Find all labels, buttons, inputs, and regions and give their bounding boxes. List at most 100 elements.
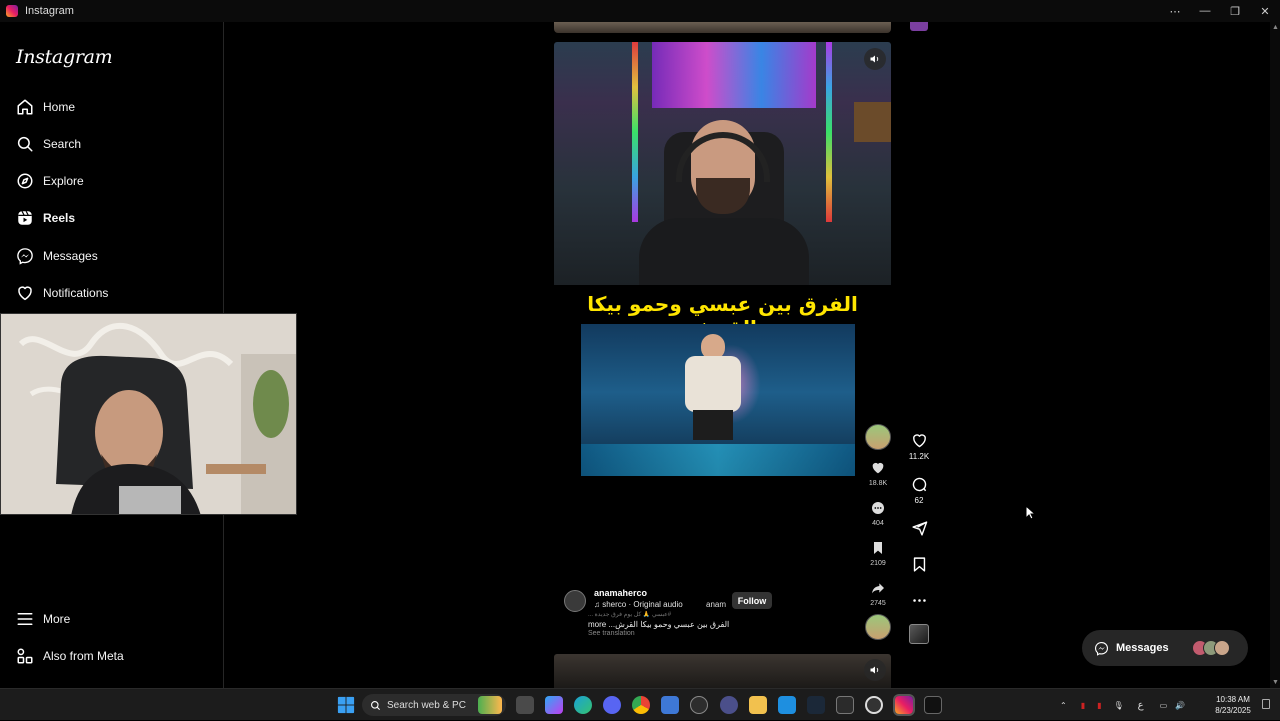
follow-button[interactable]: Follow xyxy=(732,592,772,609)
task-view-icon[interactable] xyxy=(516,696,534,714)
share-button[interactable] xyxy=(907,516,931,540)
store-icon[interactable] xyxy=(661,696,679,714)
audio-label[interactable]: ♫ sherco · Original audio xyxy=(594,600,683,609)
embedded-username: anam xyxy=(706,600,727,609)
reel-caption[interactable]: الفرق بين عبسي وحمو بيكا القرش... more xyxy=(588,620,850,629)
save-button[interactable] xyxy=(907,552,931,576)
previous-reel-edge[interactable] xyxy=(554,22,891,33)
scroll-up-icon[interactable]: ▲ xyxy=(1272,24,1279,31)
tray-indicator-icon: ▮ xyxy=(1097,700,1102,710)
send-icon xyxy=(911,520,927,536)
author-username[interactable]: anamaherco xyxy=(594,588,647,598)
sidebar-item-label: Notifications xyxy=(43,286,109,300)
sidebar-item-label: More xyxy=(43,612,71,626)
messenger-icon xyxy=(1094,641,1109,656)
notifications-icon[interactable] xyxy=(1262,699,1270,709)
chrome-icon[interactable] xyxy=(632,696,650,714)
window-title: Instagram xyxy=(25,5,74,17)
sidebar-item-reels[interactable]: Reels xyxy=(0,200,224,236)
volume-icon[interactable]: 🔊 xyxy=(1175,701,1185,710)
copilot-icon[interactable] xyxy=(545,696,563,714)
embedded-shares-count: 2745 xyxy=(870,600,886,607)
maximize-icon[interactable]: ❐ xyxy=(1220,0,1250,22)
like-button[interactable] xyxy=(907,428,931,452)
audio-label-text: sherco · Original audio xyxy=(602,600,683,609)
embedded-saves-count: 2109 xyxy=(870,560,886,567)
instagram-logo[interactable]: Instagram xyxy=(16,46,113,68)
author-avatar[interactable] xyxy=(564,590,586,612)
next-reel-mute-button[interactable] xyxy=(864,659,886,681)
bookmark-icon xyxy=(913,556,925,572)
sidebar-item-label: Also from Meta xyxy=(43,649,124,663)
previous-reel-thumbnail[interactable] xyxy=(910,22,928,31)
epic-games-icon[interactable] xyxy=(836,696,854,714)
app-icon[interactable] xyxy=(720,696,738,714)
heart-icon xyxy=(18,286,32,301)
mute-toggle-button[interactable] xyxy=(864,48,886,70)
embedded-likes-count: 18.8K xyxy=(868,480,888,487)
tray-overflow-icon[interactable]: ⌃ xyxy=(1060,701,1067,710)
media-app-icon[interactable] xyxy=(778,696,796,714)
see-translation-link[interactable]: See translation xyxy=(588,630,635,637)
comment-icon xyxy=(912,477,926,491)
microphone-icon[interactable]: 🎙 xyxy=(1114,701,1124,710)
steam-icon[interactable] xyxy=(807,696,825,714)
window-controls: ⋯ — ❐ ✕ xyxy=(1160,0,1280,22)
mouse-cursor-icon xyxy=(1025,505,1035,520)
recent-chat-avatars xyxy=(1192,640,1230,656)
comment-button[interactable] xyxy=(907,472,931,496)
sidebar-item-more[interactable]: More xyxy=(0,601,224,637)
reel-video-bottom xyxy=(581,324,855,476)
embedded-heart-icon xyxy=(868,458,888,478)
embedded-avatar xyxy=(865,424,891,450)
avatar xyxy=(1214,640,1230,656)
taskbar-search-placeholder: Search web & PC xyxy=(387,699,466,711)
more-options-icon[interactable]: ⋯ xyxy=(1160,0,1190,22)
sidebar-item-home[interactable]: Home xyxy=(0,89,224,125)
instagram-taskbar-icon[interactable] xyxy=(895,696,913,714)
reel-action-rail: 11.2K 62 xyxy=(906,428,932,644)
sidebar-item-messages[interactable]: Messages xyxy=(0,238,224,274)
network-icon[interactable]: ▭ xyxy=(1160,701,1168,710)
page-scrollbar[interactable]: ▲ ▼ xyxy=(1270,22,1280,688)
sidebar-item-label: Reels xyxy=(43,211,76,225)
input-language-indicator[interactable]: ع xyxy=(1138,700,1144,711)
meta-icon xyxy=(17,648,33,664)
settings-icon[interactable] xyxy=(865,696,883,714)
embedded-caption-text: #عبسي 🙏 كل يوم فرق جديدة ... xyxy=(588,612,672,618)
system-tray: ⌃ ▮ ▮ 🎙 ع ▭ 🔊 xyxy=(1060,689,1185,721)
edge-icon[interactable] xyxy=(574,696,592,714)
sidebar-item-explore[interactable]: Explore xyxy=(0,163,224,199)
messages-pill-label: Messages xyxy=(1116,642,1169,654)
messenger-icon xyxy=(17,248,33,265)
sidebar-item-label: Home xyxy=(43,100,76,114)
windows-start-icon[interactable] xyxy=(337,696,355,714)
reel-video-top xyxy=(554,42,891,285)
discord-icon[interactable] xyxy=(603,696,621,714)
sidebar-item-label: Explore xyxy=(43,174,84,188)
messages-pill[interactable]: Messages xyxy=(1082,630,1248,666)
ellipsis-icon xyxy=(912,598,926,602)
audio-thumbnail[interactable] xyxy=(909,624,929,644)
reels-feed: الفرق بين عبسي وحمو بيكا القرش 18.8K 404… xyxy=(224,22,1270,688)
tiktok-icon[interactable] xyxy=(924,696,942,714)
scroll-down-icon[interactable]: ▼ xyxy=(1272,679,1279,686)
file-explorer-icon[interactable] xyxy=(749,696,767,714)
obs-icon[interactable] xyxy=(690,696,708,714)
sidebar-item-also-from-meta[interactable]: Also from Meta xyxy=(0,638,224,674)
embedded-share-icon xyxy=(868,578,888,598)
next-reel-preview[interactable] xyxy=(554,654,891,688)
sidebar-item-label: Messages xyxy=(43,249,98,263)
close-icon[interactable]: ✕ xyxy=(1250,0,1280,22)
more-options-button[interactable] xyxy=(907,588,931,612)
sidebar-item-search[interactable]: Search xyxy=(0,126,224,162)
embedded-comments-count: 404 xyxy=(872,520,884,527)
search-icon xyxy=(371,700,381,710)
reel-player[interactable]: الفرق بين عبسي وحمو بيكا القرش 18.8K 404… xyxy=(554,42,891,668)
reels-icon xyxy=(18,210,32,225)
minimize-icon[interactable]: — xyxy=(1190,0,1220,22)
sidebar-item-notifications[interactable]: Notifications xyxy=(0,275,224,311)
taskbar-clock[interactable]: 10:38 AM 8/23/2025 xyxy=(1210,694,1256,716)
compass-icon xyxy=(17,173,33,189)
heart-icon xyxy=(912,433,926,447)
